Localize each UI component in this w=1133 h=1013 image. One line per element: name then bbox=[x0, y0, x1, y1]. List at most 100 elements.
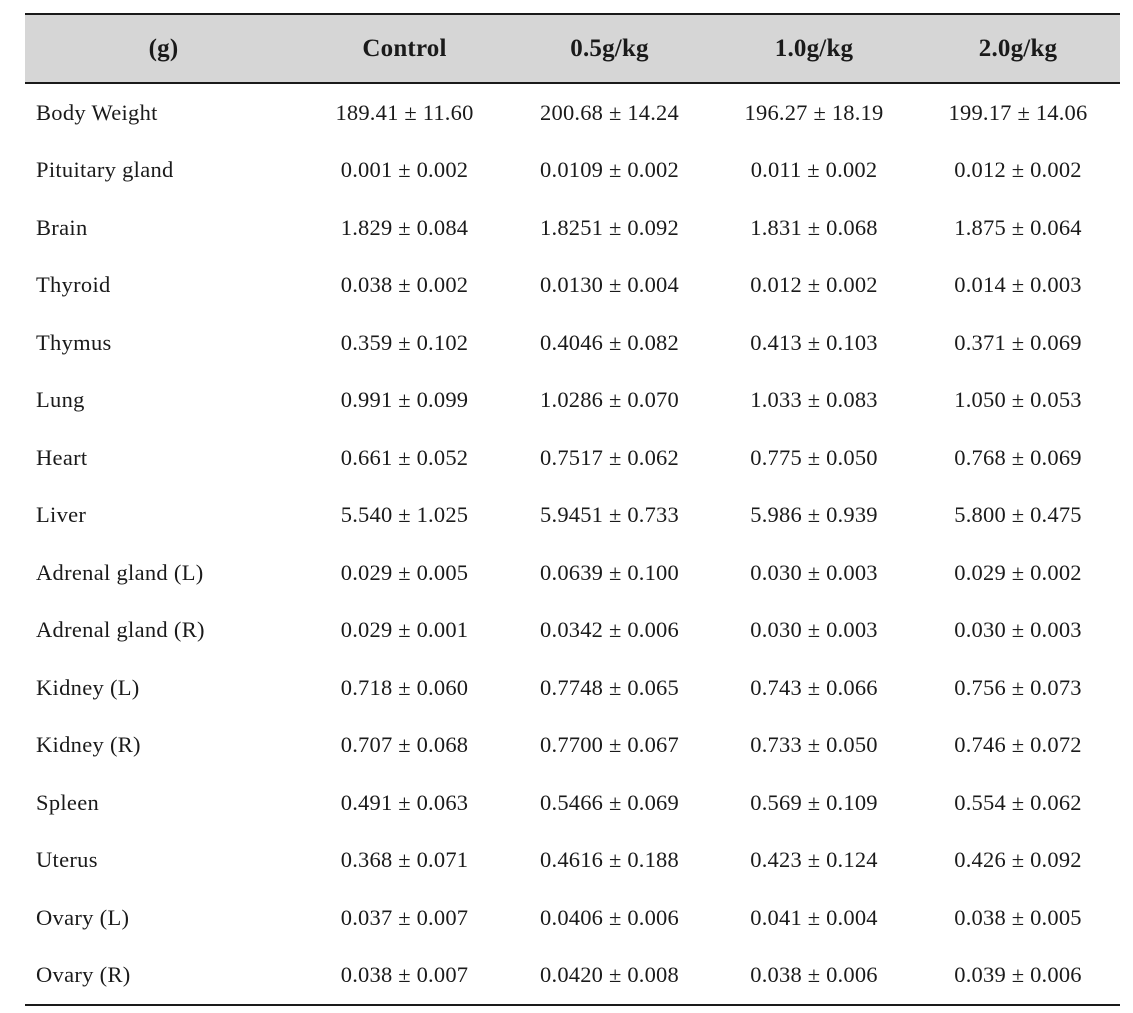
row-label: Kidney (R) bbox=[36, 732, 141, 758]
table-row: Spleen 0.491 ± 0.063 0.5466 ± 0.069 0.569 ±… bbox=[25, 774, 1120, 832]
cell-value: 1.050 ± 0.053 bbox=[954, 387, 1082, 413]
row-label: Thymus bbox=[36, 329, 112, 355]
cell-value: 0.0109 ± 0.002 bbox=[540, 157, 679, 183]
table-row: Adrenal gland (L) 0.029 ± 0.005 0.0639 ± 0… bbox=[25, 544, 1120, 602]
column-header-dose-0-5: 0.5g/kg bbox=[507, 14, 712, 84]
row-label: Adrenal gland (R) bbox=[36, 617, 205, 643]
cell-value: 0.569 ± 0.109 bbox=[750, 789, 878, 815]
cell-value: 0.0342 ± 0.006 bbox=[540, 617, 679, 643]
cell-value: 1.8251 ± 0.092 bbox=[540, 214, 679, 240]
cell-value: 0.037 ± 0.007 bbox=[340, 904, 469, 930]
row-label: Pituitary gland bbox=[36, 157, 174, 183]
cell-value: 0.038 ± 0.006 bbox=[712, 946, 916, 1006]
table-row: Adrenal gland (R) 0.029 ± 0.001 0.0342 ± 0… bbox=[25, 602, 1120, 660]
table-row: Liver 5.540 ± 1.025 5.9451 ± 0.733 5.986 ± … bbox=[25, 487, 1120, 545]
cell-value: 0.4046 ± 0.082 bbox=[540, 329, 679, 355]
table-header-row: (g) Control 0.5g/kg 1.0g/kg 2.0g/kg bbox=[25, 14, 1120, 84]
cell-value: 189.41 ± 11.60 bbox=[335, 99, 474, 125]
cell-value: 0.029 ± 0.005 bbox=[340, 559, 469, 585]
cell-value: 5.9451 ± 0.733 bbox=[540, 502, 679, 528]
table-row: Ovary (L) 0.037 ± 0.007 0.0406 ± 0.006 0.04… bbox=[25, 889, 1120, 947]
cell-value: 0.7748 ± 0.065 bbox=[540, 674, 679, 700]
column-header-control: Control bbox=[302, 14, 507, 84]
table-row: Heart 0.661 ± 0.052 0.7517 ± 0.062 0.775 ± … bbox=[25, 429, 1120, 487]
cell-value: 0.0406 ± 0.006 bbox=[540, 904, 679, 930]
cell-value: 0.038 ± 0.002 bbox=[340, 272, 469, 298]
table-row: Lung 0.991 ± 0.099 1.0286 ± 0.070 1.033 ± 0… bbox=[25, 372, 1120, 430]
organ-weight-table: (g) Control 0.5g/kg 1.0g/kg 2.0g/kg Body… bbox=[25, 13, 1120, 1006]
cell-value: 0.041 ± 0.004 bbox=[750, 904, 878, 930]
row-label: Body Weight bbox=[36, 99, 158, 125]
cell-value: 1.0286 ± 0.070 bbox=[540, 387, 679, 413]
cell-value: 0.756 ± 0.073 bbox=[954, 674, 1082, 700]
row-label: Heart bbox=[36, 444, 88, 470]
cell-value: 0.030 ± 0.003 bbox=[750, 617, 878, 643]
cell-value: 0.030 ± 0.003 bbox=[954, 617, 1082, 643]
cell-value: 0.554 ± 0.062 bbox=[954, 789, 1082, 815]
cell-value: 196.27 ± 18.19 bbox=[744, 99, 884, 125]
cell-value: 0.038 ± 0.007 bbox=[302, 946, 507, 1006]
cell-value: 0.746 ± 0.072 bbox=[954, 732, 1082, 758]
cell-value: 0.0420 ± 0.008 bbox=[507, 946, 712, 1006]
table-row: Pituitary gland 0.001 ± 0.002 0.0109 ± 0.0… bbox=[25, 142, 1120, 200]
cell-value: 0.661 ± 0.052 bbox=[340, 444, 469, 470]
organ-weight-table-container: (g) Control 0.5g/kg 1.0g/kg 2.0g/kg Body… bbox=[25, 13, 1120, 1006]
column-header-dose-2-0: 2.0g/kg bbox=[916, 14, 1120, 84]
cell-value: 0.030 ± 0.003 bbox=[750, 559, 878, 585]
cell-value: 1.875 ± 0.064 bbox=[954, 214, 1082, 240]
cell-value: 0.0130 ± 0.004 bbox=[540, 272, 679, 298]
table-row: Body Weight 189.41 ± 11.60 200.68 ± 14.24 1… bbox=[25, 83, 1120, 142]
cell-value: 5.986 ± 0.939 bbox=[750, 502, 878, 528]
cell-value: 1.831 ± 0.068 bbox=[750, 214, 878, 240]
cell-value: 199.17 ± 14.06 bbox=[948, 99, 1088, 125]
cell-value: 0.718 ± 0.060 bbox=[340, 674, 469, 700]
cell-value: 200.68 ± 14.24 bbox=[540, 99, 679, 125]
row-label: Ovary (L) bbox=[36, 904, 130, 930]
cell-value: 5.540 ± 1.025 bbox=[340, 502, 469, 528]
table-body: Body Weight 189.41 ± 11.60 200.68 ± 14.24 1… bbox=[25, 83, 1120, 1006]
cell-value: 0.5466 ± 0.069 bbox=[540, 789, 679, 815]
table-row: Uterus 0.368 ± 0.071 0.4616 ± 0.188 0.423 ±… bbox=[25, 832, 1120, 890]
table-row: Thyroid 0.038 ± 0.002 0.0130 ± 0.004 0.012 … bbox=[25, 257, 1120, 315]
cell-value: 0.038 ± 0.005 bbox=[954, 904, 1082, 930]
table-row: Kidney (R) 0.707 ± 0.068 0.7700 ± 0.067 0.7… bbox=[25, 717, 1120, 775]
row-label: Adrenal gland (L) bbox=[36, 559, 204, 585]
cell-value: 1.033 ± 0.083 bbox=[750, 387, 878, 413]
cell-value: 0.029 ± 0.002 bbox=[954, 559, 1082, 585]
cell-value: 0.039 ± 0.006 bbox=[916, 946, 1120, 1006]
cell-value: 0.491 ± 0.063 bbox=[340, 789, 469, 815]
cell-value: 0.029 ± 0.001 bbox=[340, 617, 469, 643]
cell-value: 0.012 ± 0.002 bbox=[750, 272, 878, 298]
cell-value: 0.7700 ± 0.067 bbox=[540, 732, 679, 758]
column-header-dose-1-0: 1.0g/kg bbox=[712, 14, 916, 84]
table-row: Brain 1.829 ± 0.084 1.8251 ± 0.092 1.831 ± … bbox=[25, 199, 1120, 257]
cell-value: 0.012 ± 0.002 bbox=[954, 157, 1082, 183]
row-label: Kidney (L) bbox=[36, 674, 140, 700]
column-header-unit: (g) bbox=[25, 14, 302, 84]
cell-value: 0.991 ± 0.099 bbox=[340, 387, 469, 413]
cell-value: 0.423 ± 0.124 bbox=[750, 847, 878, 873]
row-label: Lung bbox=[36, 387, 85, 413]
cell-value: 0.001 ± 0.002 bbox=[340, 157, 469, 183]
row-label: Uterus bbox=[36, 847, 98, 873]
cell-value: 1.829 ± 0.084 bbox=[340, 214, 469, 240]
cell-value: 0.733 ± 0.050 bbox=[750, 732, 878, 758]
row-label: Spleen bbox=[36, 789, 100, 815]
table-header: (g) Control 0.5g/kg 1.0g/kg 2.0g/kg bbox=[25, 14, 1120, 84]
cell-value: 0.413 ± 0.103 bbox=[750, 329, 878, 355]
cell-value: 0.359 ± 0.102 bbox=[340, 329, 469, 355]
row-label: Liver bbox=[36, 502, 87, 528]
cell-value: 0.426 ± 0.092 bbox=[954, 847, 1082, 873]
cell-value: 0.743 ± 0.066 bbox=[750, 674, 878, 700]
cell-value: 0.768 ± 0.069 bbox=[954, 444, 1082, 470]
table-row: Thymus 0.359 ± 0.102 0.4046 ± 0.082 0.413 ±… bbox=[25, 314, 1120, 372]
row-label: Brain bbox=[36, 214, 88, 240]
table-row: Kidney (L) 0.718 ± 0.060 0.7748 ± 0.065 0.7… bbox=[25, 659, 1120, 717]
cell-value: 0.014 ± 0.003 bbox=[954, 272, 1082, 298]
cell-value: 0.7517 ± 0.062 bbox=[540, 444, 679, 470]
row-label: Thyroid bbox=[36, 272, 111, 298]
row-label: Ovary (R) bbox=[25, 946, 302, 1006]
cell-value: 0.368 ± 0.071 bbox=[340, 847, 469, 873]
cell-value: 0.0639 ± 0.100 bbox=[540, 559, 679, 585]
table-row: Ovary (R) 0.038 ± 0.007 0.0420 ± 0.008 0.03… bbox=[25, 946, 1120, 1006]
